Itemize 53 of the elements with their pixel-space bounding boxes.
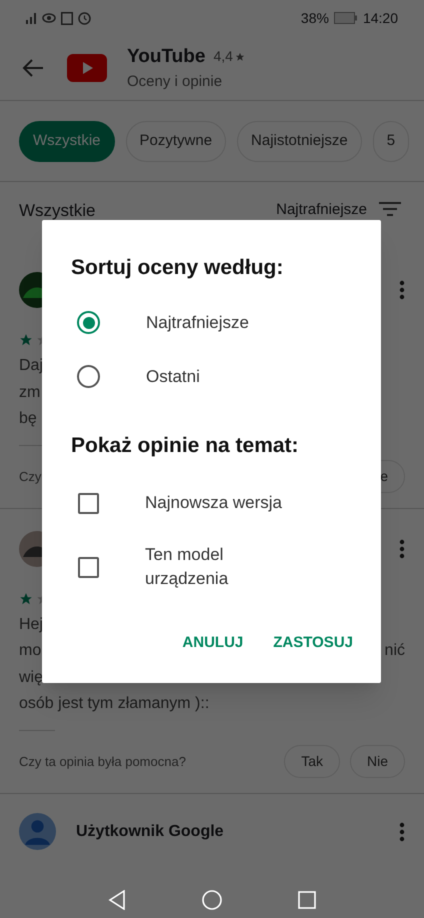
more-icon[interactable]: [399, 280, 405, 300]
recents-nav-icon[interactable]: [298, 890, 316, 908]
back-icon[interactable]: [22, 59, 44, 77]
review-text: nić: [384, 641, 405, 661]
more-icon[interactable]: [399, 822, 405, 842]
radio-button[interactable]: [77, 365, 100, 388]
review-author: Użytkownik Google: [76, 822, 224, 842]
app-name: YouTube: [127, 44, 206, 68]
filter-chip[interactable]: 5: [372, 120, 410, 162]
avatar-icon: [19, 813, 56, 850]
radio-button[interactable]: [77, 311, 100, 334]
helpful-question: Czy ta opinia była pomocna?: [19, 752, 186, 771]
vote-button[interactable]: Tak: [284, 745, 340, 778]
checkbox-option[interactable]: Najnowsza wersja: [42, 471, 381, 535]
section-title: Pokaż opinie na temat:: [70, 432, 300, 458]
dialog-title: Sortuj oceny według:: [70, 255, 284, 281]
vote-button[interactable]: Nie: [350, 745, 405, 778]
filter-chip[interactable]: Pozytywne: [126, 120, 226, 162]
clock: 14:20: [362, 8, 398, 28]
dialog-action[interactable]: ZASTOSUJ: [265, 625, 361, 661]
play-logo-icon: [67, 54, 107, 82]
review-text: osób jest tym złamanym )::: [19, 694, 210, 714]
section-title: Wszystkie: [19, 202, 96, 220]
filter-chip[interactable]: Wszystkie: [19, 120, 114, 162]
helpful-question: Czy: [19, 468, 42, 486]
sort-icon[interactable]: [379, 202, 401, 216]
review-text: wię: [19, 668, 44, 688]
checkbox-option[interactable]: Ten model urządzenia: [42, 535, 381, 599]
page-subtitle: Oceny i opinie: [127, 72, 224, 92]
signal-icon: [26, 12, 37, 24]
sort-label[interactable]: Najtrafniejsze: [276, 202, 367, 218]
star-icon: [19, 333, 33, 347]
alarm-icon: [78, 12, 91, 24]
radio-option[interactable]: Ostatni: [42, 350, 381, 404]
review-text: Hej: [19, 614, 44, 634]
star-icon: [234, 52, 245, 62]
home-nav-icon[interactable]: [202, 890, 222, 910]
review-text: zm: [19, 382, 40, 402]
review-text: bę: [19, 409, 37, 429]
checkbox[interactable]: [78, 492, 99, 514]
review-text: Daj: [19, 356, 44, 376]
more-icon[interactable]: [399, 538, 405, 558]
filter-chip[interactable]: Najistotniejsze: [237, 120, 362, 162]
app-rating: 4,4: [213, 47, 233, 66]
eye-icon: [42, 13, 56, 23]
radio-option[interactable]: Najtrafniejsze: [42, 296, 381, 350]
star-icon: [19, 592, 33, 606]
battery-icon: [334, 12, 358, 24]
back-nav-icon[interactable]: [108, 890, 126, 910]
checkbox[interactable]: [78, 556, 99, 578]
review-text: mo: [19, 641, 42, 661]
dialog-action[interactable]: ANULUJ: [174, 625, 252, 661]
battery-percent: 38%: [300, 8, 329, 28]
